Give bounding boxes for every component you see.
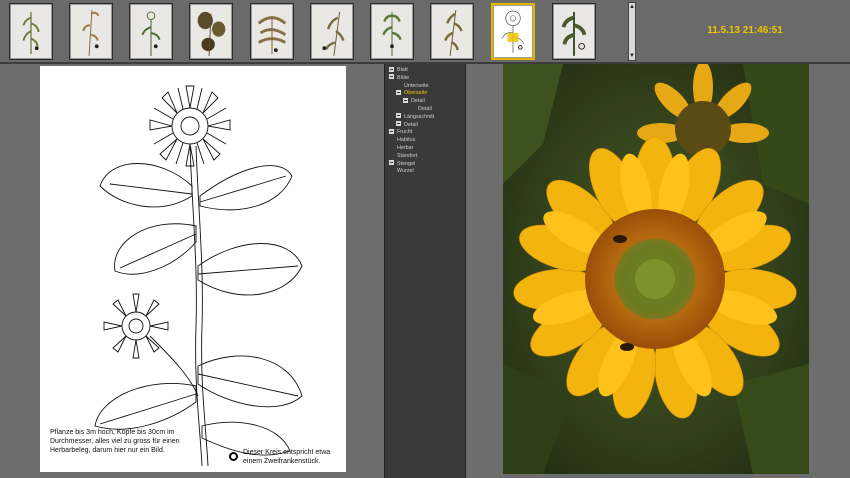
tree-item-label: Detail xyxy=(411,98,425,105)
tree-expander-icon[interactable] xyxy=(396,89,401,95)
tree-item-stengel[interactable]: Stengel xyxy=(389,160,415,168)
tree-item-label: Blüte xyxy=(397,74,410,81)
botanical-drawing-panel: Pflanze bis 3m hoch, Köpfe bis 30cm im D… xyxy=(40,66,346,472)
tree-item-standort[interactable]: Standort xyxy=(389,152,417,160)
tree-expander-icon[interactable] xyxy=(389,74,394,80)
tree-expander-icon[interactable] xyxy=(396,121,401,127)
thumbnail-strip: ▲ ▼ 11.5.13 21:46:51 xyxy=(0,0,850,64)
reference-circle-icon xyxy=(229,452,238,461)
tree-expander-icon[interactable] xyxy=(396,113,401,119)
tree-item-längsschnitt[interactable]: Längsschnitt xyxy=(396,113,434,121)
thumbnail-5[interactable] xyxy=(250,3,294,60)
thumbnail-4[interactable] xyxy=(189,3,233,60)
tree-item-unterseite[interactable]: Unterseite xyxy=(396,82,429,90)
tree-item-label: Blatt xyxy=(397,67,408,73)
reference-circle-note: Dieser Kreis entspricht etwa einem Zweif… xyxy=(243,449,331,465)
drawing-caption: Pflanze bis 3m hoch, Köpfe bis 30cm im D… xyxy=(50,429,180,454)
tree-expander-icon[interactable] xyxy=(389,160,394,166)
thumbnail-9-selected[interactable] xyxy=(491,3,535,60)
tree-item-detail[interactable]: Detail xyxy=(396,121,418,129)
category-tree: Blatt Blüte Unterseite Oberseite Detail Detai… xyxy=(384,64,466,478)
thumbnail-1[interactable] xyxy=(9,3,53,60)
sunflower-photo xyxy=(503,64,809,474)
tree-item-herbar[interactable]: Herbar xyxy=(389,144,413,152)
tree-item-oberseite[interactable]: Oberseite xyxy=(396,89,427,97)
sunflower-line-drawing xyxy=(94,85,303,467)
thumbnail-6[interactable] xyxy=(310,3,354,60)
tree-item-detail[interactable]: Detail xyxy=(410,105,432,113)
tree-item-label: Herbar xyxy=(397,145,414,151)
thumbnail-2[interactable] xyxy=(69,3,113,60)
tree-item-blatt[interactable]: Blatt xyxy=(389,66,408,74)
tree-item-frucht[interactable]: Frucht xyxy=(389,128,412,136)
tree-item-wurzel[interactable]: Wurzel xyxy=(389,167,414,175)
tree-item-label: Habitus xyxy=(397,137,416,144)
tree-item-detail[interactable]: Detail xyxy=(403,97,425,105)
tree-item-label: Standort xyxy=(397,152,418,159)
tree-item-label: Detail xyxy=(404,121,418,128)
tree-expander-icon[interactable] xyxy=(389,66,394,72)
tree-item-label: Oberseite xyxy=(404,90,428,97)
scroll-up-arrow-icon[interactable]: ▲ xyxy=(629,3,635,11)
tree-item-label: Stengel xyxy=(397,160,416,167)
tree-item-label: Unterseite xyxy=(404,82,429,89)
thumbnail-7[interactable] xyxy=(370,3,414,60)
timestamp: 11.5.13 21:46:51 xyxy=(707,25,783,36)
tree-item-label: Detail xyxy=(418,106,432,112)
tree-item-blüte[interactable]: Blüte xyxy=(389,74,409,82)
tree-expander-icon[interactable] xyxy=(403,97,408,103)
thumbnail-3[interactable] xyxy=(129,3,173,60)
tree-item-habitus[interactable]: Habitus xyxy=(389,136,415,144)
thumbnail-10[interactable] xyxy=(552,3,596,60)
tree-expander-icon[interactable] xyxy=(389,128,394,134)
tree-item-label: Wurzel xyxy=(397,168,414,175)
scroll-down-arrow-icon[interactable]: ▼ xyxy=(629,52,635,60)
sunflower-photo-image xyxy=(503,64,809,474)
thumbnail-scrollbar[interactable]: ▲ ▼ xyxy=(628,2,636,61)
tree-item-label: Frucht xyxy=(397,129,413,136)
tree-item-label: Längsschnitt xyxy=(404,113,435,120)
app-window: ▲ ▼ 11.5.13 21:46:51 Pflanze bis 3m hoch… xyxy=(0,0,850,478)
thumbnail-8[interactable] xyxy=(430,3,474,60)
